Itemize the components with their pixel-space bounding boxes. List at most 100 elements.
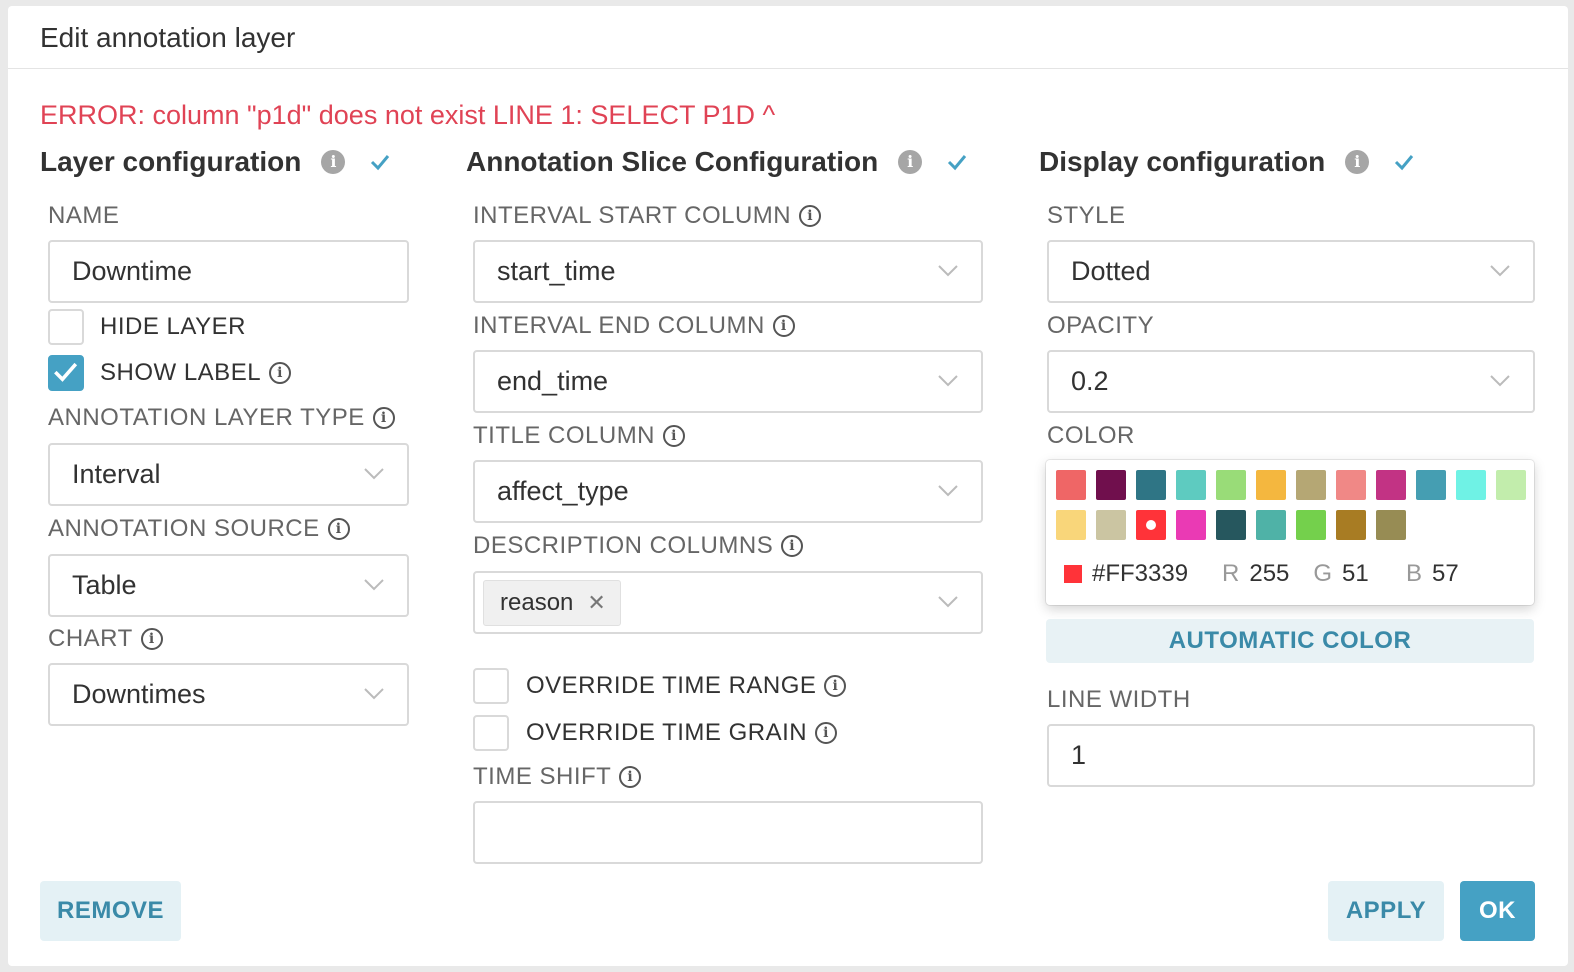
- title-column-select[interactable]: affect_type: [473, 460, 983, 523]
- r-label: R: [1222, 560, 1240, 587]
- color-swatch[interactable]: [1096, 510, 1126, 540]
- chevron-down-icon: [1490, 265, 1510, 277]
- selected-color-swatch: [1064, 565, 1082, 583]
- opacity-value: 0.2: [1071, 366, 1109, 396]
- modal-title: Edit annotation layer: [40, 22, 296, 53]
- chevron-down-icon: [938, 375, 958, 387]
- style-label: STYLE: [1047, 202, 1126, 229]
- info-icon[interactable]: i: [140, 628, 163, 650]
- g-input[interactable]: 51: [1342, 560, 1386, 588]
- time-shift-input[interactable]: [473, 801, 983, 864]
- info-icon[interactable]: i: [327, 518, 350, 540]
- info-icon[interactable]: i: [824, 675, 847, 697]
- end-column-select[interactable]: end_time: [473, 350, 983, 413]
- chart-label-row: CHART i: [48, 625, 163, 653]
- chart-select[interactable]: Downtimes: [48, 663, 409, 726]
- color-swatch[interactable]: [1096, 470, 1126, 500]
- automatic-color-button[interactable]: AUTOMATIC COLOR: [1046, 619, 1534, 663]
- check-icon: [948, 155, 967, 171]
- info-icon[interactable]: i: [815, 722, 838, 744]
- start-column-select[interactable]: start_time: [473, 240, 983, 303]
- ok-button[interactable]: OK: [1460, 881, 1535, 941]
- error-message: ERROR: column "p1d" does not exist LINE …: [40, 100, 776, 130]
- info-icon[interactable]: i: [781, 535, 804, 557]
- color-swatch[interactable]: [1376, 470, 1406, 500]
- override-time-grain-label: OVERRIDE TIME GRAIN: [526, 719, 808, 746]
- show-label-row: SHOW LABEL i: [100, 358, 292, 388]
- color-swatch[interactable]: [1176, 470, 1206, 500]
- title-column-label: TITLE COLUMN: [473, 422, 656, 449]
- info-icon[interactable]: i: [772, 315, 795, 337]
- override-time-grain-checkbox[interactable]: [473, 715, 509, 751]
- remove-button[interactable]: REMOVE: [40, 881, 181, 941]
- info-icon[interactable]: i: [321, 150, 346, 174]
- source-select[interactable]: Table: [48, 554, 409, 617]
- layer-type-select[interactable]: Interval: [48, 443, 409, 506]
- close-icon[interactable]: ✕: [587, 590, 605, 616]
- annotation-layer-modal: Edit annotation layer ERROR: column "p1d…: [8, 6, 1568, 966]
- color-swatch[interactable]: [1136, 510, 1166, 540]
- chevron-down-icon: [1490, 375, 1510, 387]
- name-label: NAME: [48, 202, 120, 229]
- info-icon[interactable]: i: [372, 407, 395, 429]
- color-swatch[interactable]: [1056, 510, 1086, 540]
- end-column-value: end_time: [497, 366, 609, 396]
- info-icon[interactable]: i: [1345, 150, 1370, 174]
- chevron-down-icon: [364, 688, 384, 700]
- color-swatch[interactable]: [1216, 470, 1246, 500]
- color-swatch[interactable]: [1456, 470, 1486, 500]
- color-swatch[interactable]: [1336, 470, 1366, 500]
- opacity-label: OPACITY: [1047, 312, 1155, 339]
- color-swatch[interactable]: [1296, 470, 1326, 500]
- color-swatch[interactable]: [1336, 510, 1366, 540]
- hex-input[interactable]: #FF3339: [1092, 560, 1222, 588]
- show-label-label: SHOW LABEL: [100, 359, 262, 386]
- check-icon: [1395, 155, 1414, 171]
- color-swatch[interactable]: [1256, 510, 1286, 540]
- show-label-checkbox[interactable]: [48, 355, 84, 391]
- modal-header: Edit annotation layer: [8, 6, 1568, 69]
- override-time-range-label: OVERRIDE TIME RANGE: [526, 672, 817, 699]
- title-column-value: affect_type: [497, 476, 629, 506]
- color-swatch[interactable]: [1296, 510, 1326, 540]
- info-icon[interactable]: i: [799, 205, 822, 227]
- info-icon[interactable]: i: [898, 150, 923, 174]
- apply-button[interactable]: APPLY: [1328, 881, 1444, 941]
- chevron-down-icon: [364, 468, 384, 480]
- layer-config-title: Layer configuration: [40, 146, 302, 177]
- end-column-label: INTERVAL END COLUMN: [473, 312, 765, 339]
- color-swatch[interactable]: [1376, 510, 1406, 540]
- title-column-label-row: TITLE COLUMN i: [473, 422, 686, 450]
- opacity-select[interactable]: 0.2: [1047, 350, 1535, 413]
- color-swatch[interactable]: [1136, 470, 1166, 500]
- b-input[interactable]: 57: [1432, 560, 1476, 588]
- color-swatch[interactable]: [1496, 470, 1526, 500]
- info-icon[interactable]: i: [663, 425, 686, 447]
- start-column-value: start_time: [497, 256, 616, 286]
- description-columns-select[interactable]: reason ✕: [473, 571, 983, 634]
- description-tag: reason ✕: [483, 580, 621, 626]
- description-columns-label: DESCRIPTION COLUMNS: [473, 532, 774, 559]
- display-config-header: Display configuration i: [1039, 144, 1415, 180]
- name-input[interactable]: Downtime: [48, 240, 409, 303]
- layer-type-label-row: ANNOTATION LAYER TYPE i: [48, 404, 395, 432]
- line-width-input[interactable]: 1: [1047, 724, 1535, 787]
- info-icon[interactable]: i: [269, 362, 292, 384]
- source-label: ANNOTATION SOURCE: [48, 515, 320, 542]
- time-shift-label-row: TIME SHIFT i: [473, 763, 642, 791]
- style-select[interactable]: Dotted: [1047, 240, 1535, 303]
- color-swatch[interactable]: [1256, 470, 1286, 500]
- color-swatch[interactable]: [1216, 510, 1246, 540]
- description-tag-label: reason: [500, 589, 574, 616]
- color-swatch[interactable]: [1416, 470, 1446, 500]
- display-config-title: Display configuration: [1039, 146, 1326, 177]
- r-input[interactable]: 255: [1249, 560, 1293, 588]
- chart-label: CHART: [48, 625, 133, 652]
- color-swatch[interactable]: [1056, 470, 1086, 500]
- color-swatch[interactable]: [1176, 510, 1206, 540]
- source-label-row: ANNOTATION SOURCE i: [48, 515, 350, 543]
- info-icon[interactable]: i: [619, 766, 642, 788]
- override-time-grain-row: OVERRIDE TIME GRAIN i: [526, 718, 838, 748]
- hide-layer-checkbox[interactable]: [48, 309, 84, 345]
- override-time-range-checkbox[interactable]: [473, 668, 509, 704]
